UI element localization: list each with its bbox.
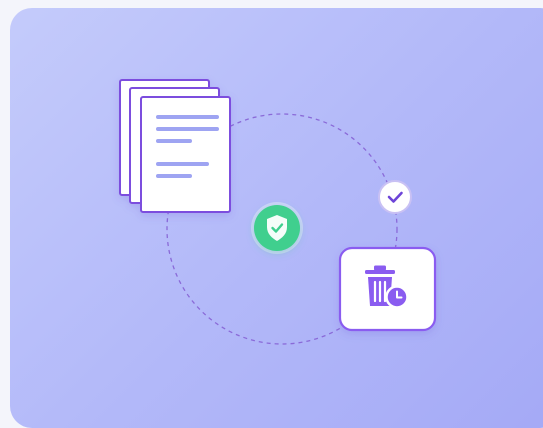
check-badge-icon	[378, 180, 412, 214]
trash-clock-icon	[338, 246, 437, 332]
shield-check-icon	[251, 202, 303, 254]
document-stack-icon	[119, 79, 231, 213]
illustration-svg	[119, 79, 437, 345]
illustration-card	[10, 8, 543, 428]
